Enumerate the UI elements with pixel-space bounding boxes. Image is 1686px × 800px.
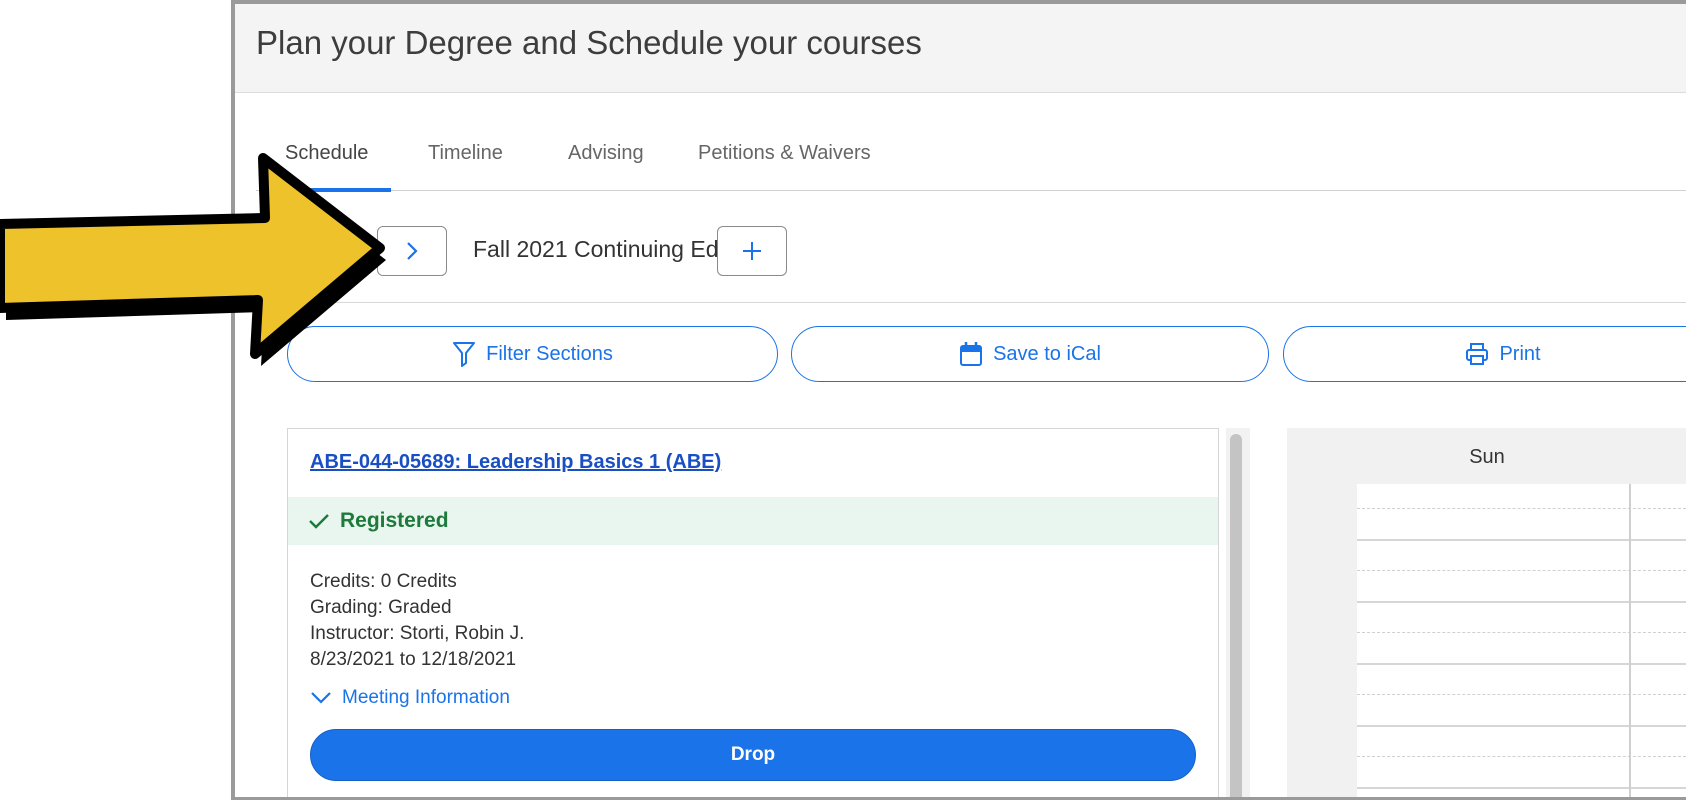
page-header: Plan your Degree and Schedule your cours…	[235, 4, 1686, 93]
instructor-text: Instructor: Storti, Robin J.	[310, 623, 525, 644]
calendar-grid[interactable]	[1357, 484, 1686, 797]
course-card: ABE-044-05689: Leadership Basics 1 (ABE)…	[287, 428, 1219, 798]
tab-advising[interactable]: Advising	[568, 142, 644, 188]
page-title: Plan your Degree and Schedule your cours…	[256, 24, 922, 61]
tab-petitions-waivers[interactable]: Petitions & Waivers	[698, 142, 871, 188]
grid-line	[1357, 787, 1686, 789]
filter-icon	[453, 342, 476, 367]
drop-button[interactable]: Drop	[310, 729, 1196, 781]
calendar-view: Sun	[1287, 428, 1686, 797]
calendar-column-divider	[1629, 484, 1631, 797]
grid-line	[1357, 694, 1686, 695]
course-title-link[interactable]: ABE-044-05689: Leadership Basics 1 (ABE)	[310, 451, 721, 474]
calendar-icon	[960, 342, 983, 366]
print-button[interactable]: Print	[1283, 326, 1686, 382]
app-window: Plan your Degree and Schedule your cours…	[231, 0, 1686, 800]
grading-text: Grading: Graded	[310, 597, 452, 618]
save-to-ical-label: Save to iCal	[993, 342, 1101, 365]
scrollbar-thumb[interactable]	[1230, 434, 1242, 797]
meeting-information-toggle[interactable]: Meeting Information	[310, 687, 510, 709]
grid-line	[1357, 725, 1686, 727]
grid-line	[1357, 570, 1686, 571]
grid-line	[1357, 508, 1686, 509]
dates-text: 8/23/2021 to 12/18/2021	[310, 649, 517, 670]
course-details: Credits: 0 Credits Grading: Graded Instr…	[310, 569, 524, 673]
save-to-ical-button[interactable]: Save to iCal	[791, 326, 1269, 382]
tab-timeline[interactable]: Timeline	[428, 142, 503, 188]
term-selector: Fall 2021 Continuing Ed.	[235, 194, 1686, 303]
pointer-arrow-icon	[0, 153, 386, 366]
grid-line	[1357, 539, 1686, 541]
chevron-right-icon	[407, 242, 418, 260]
checkmark-icon	[309, 514, 329, 529]
card-divider	[310, 797, 1196, 798]
status-label: Registered	[340, 509, 449, 532]
term-label: Fall 2021 Continuing Ed.	[473, 236, 725, 262]
credits-text: Credits: 0 Credits	[310, 571, 457, 592]
grid-line	[1357, 663, 1686, 665]
filter-sections-label: Filter Sections	[486, 342, 613, 365]
grid-line	[1357, 756, 1686, 757]
printer-icon	[1466, 343, 1489, 365]
print-label: Print	[1499, 342, 1541, 365]
add-term-button[interactable]	[717, 226, 787, 276]
tab-bar: Schedule Timeline Advising Petitions & W…	[256, 134, 1686, 192]
grid-line	[1357, 632, 1686, 633]
calendar-day-header: Sun	[1469, 446, 1505, 468]
grid-line	[1357, 601, 1686, 603]
meeting-information-label: Meeting Information	[342, 687, 510, 708]
status-badge: Registered	[288, 497, 1218, 545]
chevron-down-icon	[311, 692, 331, 704]
plus-icon	[743, 242, 761, 260]
